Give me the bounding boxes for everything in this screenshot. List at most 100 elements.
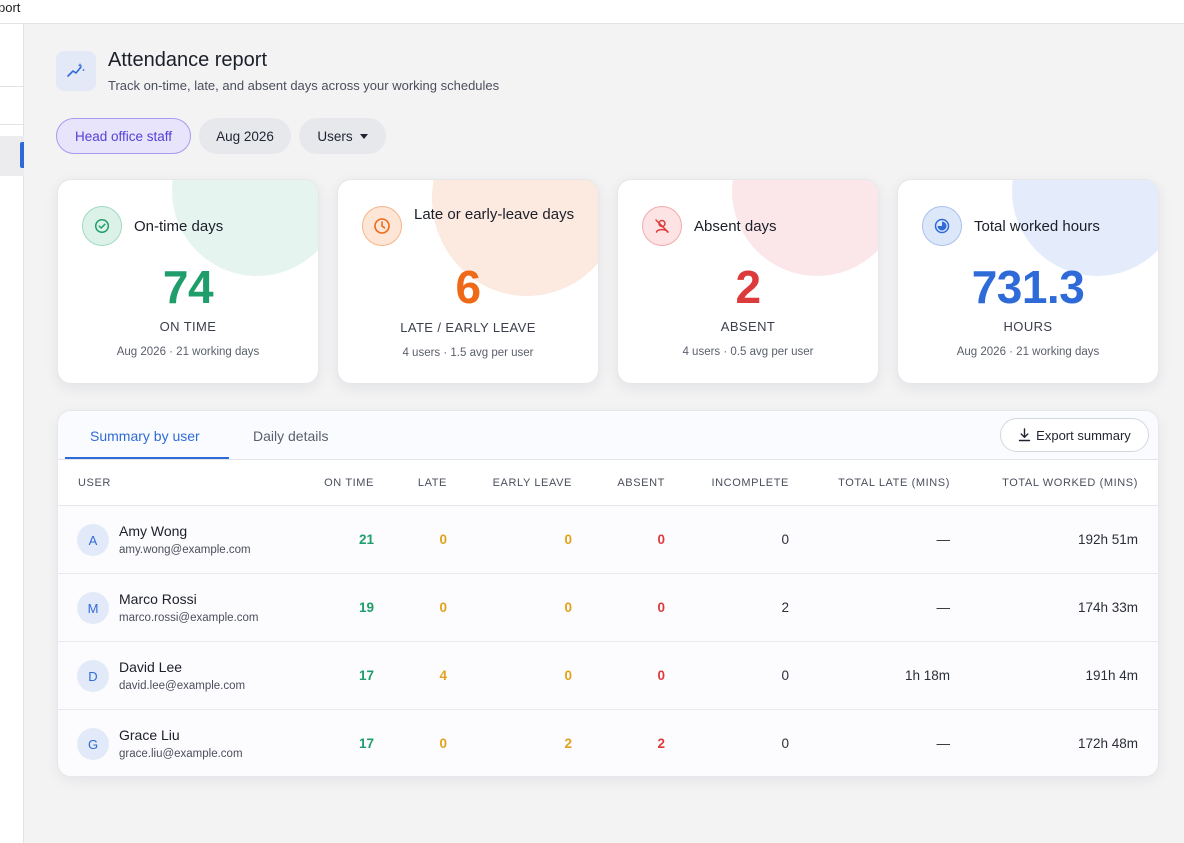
sidebar-item-active[interactable] bbox=[0, 136, 24, 176]
user-name: Amy Wong bbox=[119, 523, 188, 539]
sparkle-chart-icon bbox=[56, 51, 96, 91]
card-value: 6 bbox=[455, 261, 481, 313]
sidebar-divider bbox=[0, 86, 24, 87]
export-summary-label: Export summary bbox=[1036, 427, 1131, 443]
col-user: USER bbox=[78, 477, 111, 489]
avatar: G bbox=[77, 728, 109, 760]
cell-absent: 0 bbox=[657, 600, 665, 615]
col-total-worked[interactable]: TOTAL WORKED (MINS) bbox=[1002, 477, 1138, 489]
cell-incomplete: 0 bbox=[781, 668, 789, 683]
table-row[interactable]: A Amy Wong amy.wong@example.com 21 0 0 0… bbox=[58, 506, 1158, 574]
card-footnote: 4 users · 1.5 avg per user bbox=[402, 347, 534, 359]
user-email: amy.wong@example.com bbox=[119, 544, 251, 556]
avatar: A bbox=[77, 524, 109, 556]
pie-clock-icon bbox=[922, 206, 962, 246]
card-footnote: Aug 2026 · 21 working days bbox=[956, 346, 1100, 358]
tab-summary-by-user[interactable]: Summary by user bbox=[90, 428, 200, 444]
user-name: Grace Liu bbox=[119, 727, 180, 743]
cell-absent: 0 bbox=[657, 668, 665, 683]
avatar: D bbox=[77, 660, 109, 692]
card-title: Absent days bbox=[694, 218, 777, 235]
page-title: Attendance report bbox=[108, 49, 267, 71]
clock-icon bbox=[362, 206, 402, 246]
stat-card-on-time: On-time days 74 ON TIME Aug 2026 · 21 wo… bbox=[57, 179, 319, 384]
cell-late: 0 bbox=[439, 600, 447, 615]
cell-on-time: 21 bbox=[358, 532, 374, 547]
cell-early-leave: 0 bbox=[564, 532, 572, 547]
user-email: grace.liu@example.com bbox=[119, 748, 243, 760]
sidebar-active-indicator bbox=[20, 142, 24, 168]
user-email: david.lee@example.com bbox=[119, 680, 246, 692]
cell-total-worked: 174h 33m bbox=[1077, 600, 1138, 615]
user-email: marco.rossi@example.com bbox=[119, 612, 259, 624]
users-filter-label: Users bbox=[317, 128, 353, 144]
download-icon bbox=[1018, 428, 1031, 442]
stat-card-hours: Total worked hours 731.3 HOURS Aug 2026 … bbox=[897, 179, 1159, 384]
col-absent[interactable]: ABSENT bbox=[617, 477, 665, 489]
table-row[interactable]: G Grace Liu grace.liu@example.com 17 0 2… bbox=[58, 710, 1158, 776]
cell-total-worked: 192h 51m bbox=[1077, 532, 1138, 547]
tab-daily-details[interactable]: Daily details bbox=[253, 428, 328, 444]
cell-total-worked: 191h 4m bbox=[1085, 668, 1138, 683]
stat-card-late: Late or early-leave days 6 LATE / EARLY … bbox=[337, 179, 599, 384]
table-header: USER ON TIME LATE EARLY LEAVE ABSENT INC… bbox=[58, 460, 1158, 506]
cell-total-late: — bbox=[936, 600, 951, 615]
card-label: HOURS bbox=[1003, 319, 1053, 334]
users-filter-dropdown[interactable]: Users bbox=[299, 118, 386, 154]
window-title: port bbox=[0, 0, 21, 15]
card-footnote: Aug 2026 · 21 working days bbox=[116, 346, 260, 358]
cell-incomplete: 2 bbox=[781, 600, 789, 615]
cell-total-late: — bbox=[936, 736, 951, 751]
cell-early-leave: 0 bbox=[564, 668, 572, 683]
col-late[interactable]: LATE bbox=[418, 477, 447, 489]
cell-incomplete: 0 bbox=[781, 736, 789, 751]
cell-on-time: 17 bbox=[358, 736, 374, 751]
user-off-icon bbox=[642, 206, 682, 246]
card-label: ON TIME bbox=[159, 319, 217, 334]
summary-panel: Summary by user Daily details Export sum… bbox=[57, 410, 1159, 777]
table-row[interactable]: M Marco Rossi marco.rossi@example.com 19… bbox=[58, 574, 1158, 642]
tab-bar: Summary by user Daily details Export sum… bbox=[58, 411, 1158, 460]
card-footnote: 4 users · 0.5 avg per user bbox=[682, 346, 814, 358]
user-name: David Lee bbox=[119, 659, 183, 675]
chevron-down-icon bbox=[359, 133, 368, 139]
col-total-late[interactable]: TOTAL LATE (MINS) bbox=[838, 477, 950, 489]
table-row[interactable]: D David Lee david.lee@example.com 17 4 0… bbox=[58, 642, 1158, 710]
cell-total-worked: 172h 48m bbox=[1077, 736, 1138, 751]
cell-late: 4 bbox=[439, 668, 447, 683]
active-tab-indicator bbox=[65, 457, 229, 459]
cell-on-time: 19 bbox=[358, 600, 374, 615]
cell-total-late: 1h 18m bbox=[904, 668, 950, 683]
window-titlebar: port bbox=[0, 0, 1184, 24]
cell-early-leave: 0 bbox=[564, 600, 572, 615]
cell-late: 0 bbox=[439, 736, 447, 751]
cell-late: 0 bbox=[439, 532, 447, 547]
period-filter-pill[interactable]: Aug 2026 bbox=[199, 118, 291, 154]
check-circle-icon bbox=[82, 206, 122, 246]
cell-on-time: 17 bbox=[358, 668, 374, 683]
cell-absent: 2 bbox=[657, 736, 665, 751]
card-title: Total worked hours bbox=[974, 218, 1100, 235]
card-label: ABSENT bbox=[720, 319, 776, 334]
avatar: M bbox=[77, 592, 109, 624]
sidebar bbox=[0, 24, 24, 843]
sidebar-divider bbox=[0, 124, 24, 125]
col-incomplete[interactable]: INCOMPLETE bbox=[711, 477, 789, 489]
cell-incomplete: 0 bbox=[781, 532, 789, 547]
cell-total-late: — bbox=[936, 532, 951, 547]
card-title: On-time days bbox=[134, 218, 224, 235]
stat-card-absent: Absent days 2 ABSENT 4 users · 0.5 avg p… bbox=[617, 179, 879, 384]
col-on-time[interactable]: ON TIME bbox=[324, 477, 374, 489]
card-title: Late or early-leave days bbox=[414, 206, 575, 223]
user-name: Marco Rossi bbox=[119, 591, 197, 607]
page-subtitle: Track on-time, late, and absent days acr… bbox=[108, 78, 500, 93]
group-filter-pill[interactable]: Head office staff bbox=[56, 118, 191, 154]
col-early-leave[interactable]: EARLY LEAVE bbox=[493, 477, 572, 489]
card-value: 74 bbox=[162, 261, 214, 313]
card-value: 2 bbox=[735, 261, 761, 313]
cell-early-leave: 2 bbox=[564, 736, 572, 751]
export-summary-button[interactable]: Export summary bbox=[1000, 418, 1149, 452]
card-value: 731.3 bbox=[971, 261, 1085, 313]
cell-absent: 0 bbox=[657, 532, 665, 547]
card-label: LATE / EARLY LEAVE bbox=[400, 320, 536, 335]
